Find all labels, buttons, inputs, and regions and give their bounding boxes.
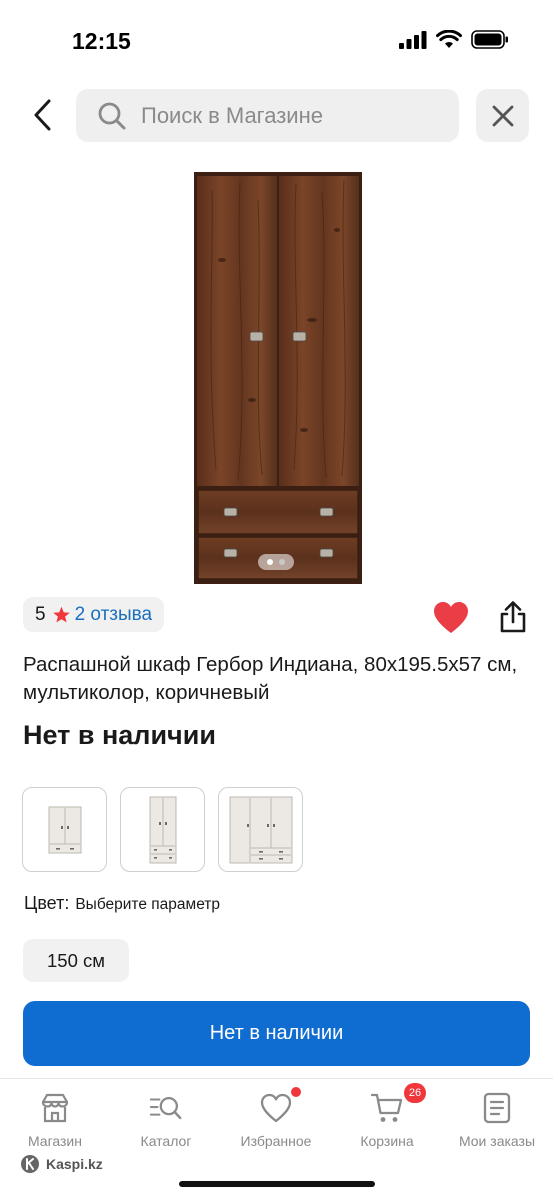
color-label: Цвет: bbox=[24, 893, 70, 913]
cart-count-badge: 26 bbox=[404, 1083, 426, 1103]
home-indicator[interactable] bbox=[179, 1181, 375, 1187]
search-input[interactable] bbox=[141, 102, 431, 129]
favorites-badge-dot bbox=[291, 1087, 301, 1097]
star-icon bbox=[52, 606, 71, 624]
color-value: Выберите параметр bbox=[75, 896, 221, 913]
favorite-button[interactable] bbox=[433, 601, 469, 635]
signal-icon bbox=[399, 30, 427, 49]
variant-option-3[interactable] bbox=[218, 787, 303, 872]
variant-options bbox=[22, 787, 303, 872]
carousel-dot-active bbox=[267, 559, 273, 565]
search-bar[interactable] bbox=[76, 89, 459, 142]
heart-filled-icon bbox=[434, 602, 468, 633]
status-bar: 12:15 bbox=[0, 0, 553, 80]
reviews-count: 2 отзыва bbox=[74, 603, 153, 625]
nav-item-orders[interactable]: Мои заказы bbox=[442, 1091, 552, 1149]
rating-reviews-link[interactable]: 5 2 отзыва bbox=[23, 597, 165, 632]
nav-label: Магазин bbox=[27, 1133, 82, 1149]
out-of-stock-button[interactable]: Нет в наличии bbox=[23, 1001, 530, 1066]
wardrobe-2-door-icon bbox=[48, 806, 81, 853]
close-button[interactable] bbox=[476, 89, 529, 142]
availability-status: Нет в наличии bbox=[23, 720, 216, 750]
status-icons bbox=[399, 30, 509, 49]
nav-label: Каталог bbox=[140, 1133, 192, 1149]
nav-item-favorites[interactable]: Избранное bbox=[221, 1087, 331, 1149]
product-title: Распашной шкаф Гербор Индиана, 80x195.5x… bbox=[23, 653, 518, 704]
brand-name: Kaspi.kz bbox=[46, 1156, 103, 1172]
close-icon bbox=[492, 105, 513, 126]
share-button[interactable] bbox=[497, 600, 529, 634]
battery-icon bbox=[471, 30, 508, 49]
variant-option-1[interactable] bbox=[22, 787, 107, 872]
orders-icon bbox=[480, 1091, 514, 1125]
catalog-search-icon bbox=[149, 1091, 183, 1125]
heart-icon bbox=[259, 1087, 301, 1125]
carousel-dot bbox=[279, 559, 285, 565]
image-carousel-dots[interactable] bbox=[258, 554, 294, 570]
color-selector-label: Цвет: Выберите параметр bbox=[24, 893, 220, 914]
wifi-icon bbox=[436, 30, 462, 48]
nav-label: Мои заказы bbox=[458, 1133, 536, 1149]
size-option[interactable]: 150 см bbox=[23, 939, 129, 982]
wardrobe-tall-icon bbox=[149, 796, 176, 863]
kaspi-watermark: Kaspi.kz bbox=[20, 1154, 103, 1174]
nav-label: Избранное bbox=[240, 1133, 312, 1149]
nav-item-cart[interactable]: 26 Корзина bbox=[332, 1083, 442, 1149]
wardrobe-3-door-icon bbox=[229, 796, 292, 863]
back-button[interactable] bbox=[26, 95, 60, 135]
store-icon bbox=[38, 1091, 72, 1125]
share-icon bbox=[500, 601, 526, 633]
product-image[interactable] bbox=[192, 170, 364, 586]
chevron-left-icon bbox=[34, 99, 51, 131]
wardrobe-image bbox=[194, 172, 362, 584]
search-icon bbox=[96, 100, 128, 132]
rating-value: 5 bbox=[35, 603, 46, 625]
nav-item-catalog[interactable]: Каталог bbox=[111, 1091, 221, 1149]
nav-item-store[interactable]: Магазин bbox=[0, 1091, 110, 1149]
kaspi-logo-icon bbox=[21, 1155, 39, 1173]
status-time: 12:15 bbox=[72, 28, 131, 54]
cart-icon: 26 bbox=[370, 1083, 426, 1125]
nav-label: Корзина bbox=[360, 1133, 414, 1149]
variant-option-2[interactable] bbox=[120, 787, 205, 872]
